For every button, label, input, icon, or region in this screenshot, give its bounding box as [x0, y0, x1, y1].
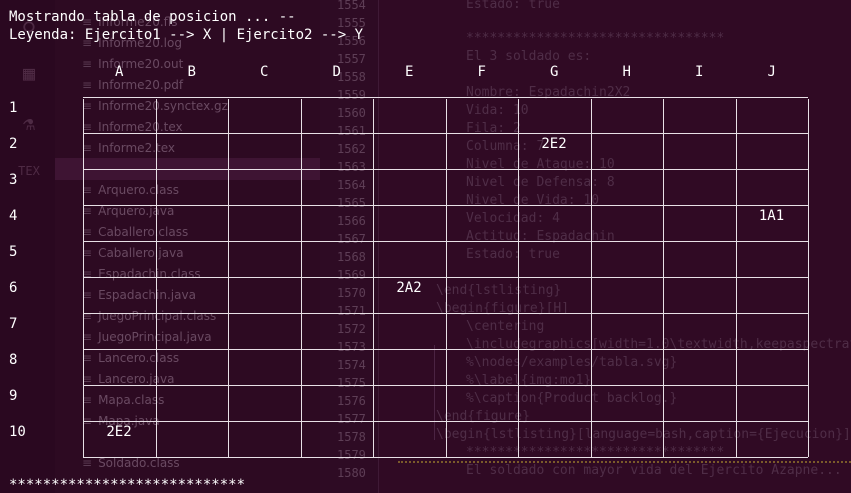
column-header: F: [477, 64, 486, 80]
column-header: D: [332, 64, 341, 80]
terminal-line-title: Mostrando tabla de posicion ... --: [9, 9, 296, 25]
terminal-output: Mostrando tabla de posicion ... -- Leyen…: [0, 0, 851, 493]
row-header: 8: [9, 352, 18, 368]
column-header: G: [550, 64, 559, 80]
column-header: H: [622, 64, 631, 80]
grid-column-line: [735, 99, 737, 457]
row-header: 6: [9, 280, 18, 296]
column-header: C: [260, 64, 269, 80]
grid-column-line: [228, 99, 229, 457]
column-header: A: [115, 64, 124, 80]
column-header: E: [405, 64, 414, 80]
column-header: I: [695, 64, 704, 80]
grid-column-line: [83, 99, 84, 457]
column-header: B: [187, 64, 196, 80]
grid-column-line: [155, 99, 157, 457]
terminal-footer-stars: ****************************: [9, 477, 246, 493]
terminal-line-legend: Leyenda: Ejercito1 --> X | Ejercito2 -->…: [9, 27, 364, 43]
grid-column-line: [808, 99, 809, 457]
row-header: 9: [9, 388, 18, 404]
grid-cell-soldier: 2A2: [396, 280, 422, 296]
grid-column-line: [445, 99, 447, 457]
grid-cell-soldier: 1A1: [758, 208, 785, 224]
grid-column-line: [663, 99, 664, 457]
column-header: J: [767, 64, 776, 80]
row-header: 5: [9, 244, 18, 260]
row-header: 7: [9, 316, 18, 332]
grid-cell-soldier: 2E2: [541, 136, 567, 152]
row-header: 10: [9, 424, 26, 440]
grid-column-line: [300, 99, 302, 457]
row-header: 4: [9, 208, 18, 224]
grid-cell-soldier: 2E2: [106, 424, 132, 440]
grid-row-line: [83, 97, 808, 98]
row-header: 2: [9, 136, 18, 152]
row-header: 3: [9, 172, 18, 188]
grid-row-line: [83, 457, 808, 458]
grid-column-line: [590, 99, 592, 457]
grid-column-line: [373, 99, 374, 457]
row-header: 1: [9, 100, 18, 116]
